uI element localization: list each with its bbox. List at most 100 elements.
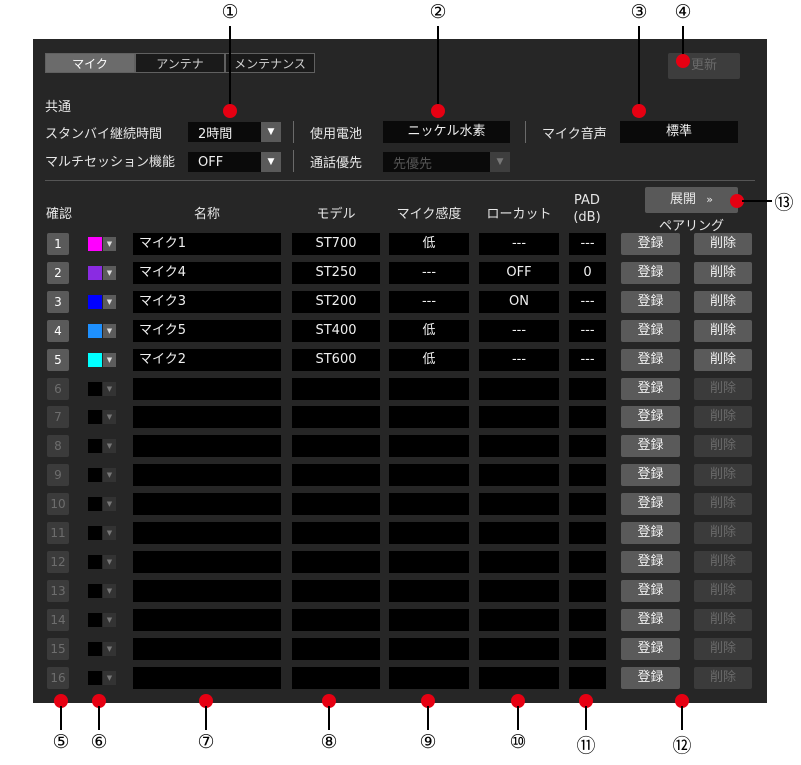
delete-button[interactable]: 削除: [694, 667, 752, 689]
delete-button[interactable]: 削除: [694, 262, 752, 284]
tab-maintenance[interactable]: メンテナンス: [225, 53, 315, 73]
color-dropdown-arrow-icon[interactable]: ▼: [103, 353, 116, 367]
color-dropdown-arrow-icon[interactable]: ▼: [103, 324, 116, 338]
talk-priority-dropdown[interactable]: 先優先 ▼: [383, 152, 510, 172]
color-dropdown-arrow-icon[interactable]: ▼: [103, 439, 116, 453]
expand-button[interactable]: 展開 »: [645, 187, 738, 213]
standby-time-value: 2時間: [198, 126, 233, 142]
color-dropdown-arrow-icon[interactable]: ▼: [103, 382, 116, 396]
register-button[interactable]: 登録: [621, 580, 680, 602]
confirm-button[interactable]: 15: [47, 638, 69, 660]
sensitivity-cell: [389, 580, 469, 602]
color-dropdown-arrow-icon[interactable]: ▼: [103, 295, 116, 309]
register-button[interactable]: 登録: [621, 609, 680, 631]
table-row: 10 ▼ 登録 削除: [0, 493, 801, 515]
color-dropdown-arrow-icon[interactable]: ▼: [103, 642, 116, 656]
delete-button[interactable]: 削除: [694, 638, 752, 660]
confirm-button[interactable]: 8: [47, 435, 69, 457]
name-cell[interactable]: [133, 493, 281, 515]
color-dropdown-arrow-icon[interactable]: ▼: [103, 613, 116, 627]
name-cell[interactable]: [133, 378, 281, 400]
confirm-button[interactable]: 14: [47, 609, 69, 631]
name-cell[interactable]: [133, 580, 281, 602]
color-dropdown-arrow-icon[interactable]: ▼: [103, 584, 116, 598]
name-cell[interactable]: [133, 667, 281, 689]
register-button[interactable]: 登録: [621, 262, 680, 284]
callout-line: [638, 26, 640, 111]
register-button[interactable]: 登録: [621, 406, 680, 428]
callout-label-4: ④: [674, 1, 692, 23]
name-cell[interactable]: [133, 435, 281, 457]
confirm-button[interactable]: 9: [47, 464, 69, 486]
register-button[interactable]: 登録: [621, 435, 680, 457]
color-dropdown-arrow-icon[interactable]: ▼: [103, 266, 116, 280]
delete-button[interactable]: 削除: [694, 435, 752, 457]
confirm-button[interactable]: 2: [47, 262, 69, 284]
color-dropdown-arrow-icon[interactable]: ▼: [103, 671, 116, 685]
delete-button[interactable]: 削除: [694, 320, 752, 342]
color-dropdown-arrow-icon[interactable]: ▼: [103, 555, 116, 569]
name-cell[interactable]: マイク3: [133, 291, 281, 313]
standby-time-dropdown[interactable]: 2時間 ▼: [188, 122, 281, 142]
name-cell[interactable]: [133, 551, 281, 573]
name-cell[interactable]: マイク1: [133, 233, 281, 255]
register-button[interactable]: 登録: [621, 349, 680, 371]
confirm-button[interactable]: 3: [47, 291, 69, 313]
confirm-button[interactable]: 5: [47, 349, 69, 371]
delete-button[interactable]: 削除: [694, 580, 752, 602]
delete-button[interactable]: 削除: [694, 551, 752, 573]
register-button[interactable]: 登録: [621, 522, 680, 544]
color-dropdown-arrow-icon[interactable]: ▼: [103, 468, 116, 482]
delete-button[interactable]: 削除: [694, 378, 752, 400]
model-cell: ST600: [292, 349, 380, 371]
delete-button[interactable]: 削除: [694, 609, 752, 631]
confirm-button[interactable]: 1: [47, 233, 69, 255]
confirm-button[interactable]: 12: [47, 551, 69, 573]
confirm-button[interactable]: 6: [47, 378, 69, 400]
confirm-button[interactable]: 4: [47, 320, 69, 342]
name-cell[interactable]: マイク4: [133, 262, 281, 284]
register-button[interactable]: 登録: [621, 638, 680, 660]
color-dropdown-arrow-icon[interactable]: ▼: [103, 497, 116, 511]
multisession-dropdown[interactable]: OFF ▼: [188, 152, 281, 172]
register-button[interactable]: 登録: [621, 493, 680, 515]
color-dropdown-arrow-icon[interactable]: ▼: [103, 410, 116, 424]
delete-button[interactable]: 削除: [694, 291, 752, 313]
delete-button[interactable]: 削除: [694, 406, 752, 428]
callout-label-13: ⑬: [774, 192, 794, 214]
tab-mic[interactable]: マイク: [45, 53, 135, 73]
callout-label-3: ③: [630, 1, 648, 23]
color-swatch: [88, 295, 102, 309]
delete-button[interactable]: 削除: [694, 233, 752, 255]
color-dropdown-arrow-icon[interactable]: ▼: [103, 526, 116, 540]
confirm-button[interactable]: 16: [47, 667, 69, 689]
divider: [293, 150, 294, 172]
lowcut-cell: [479, 580, 559, 602]
color-dropdown-arrow-icon[interactable]: ▼: [103, 237, 116, 251]
name-cell[interactable]: [133, 638, 281, 660]
register-button[interactable]: 登録: [621, 464, 680, 486]
name-cell[interactable]: [133, 406, 281, 428]
divider: [525, 121, 526, 143]
name-cell[interactable]: [133, 464, 281, 486]
register-button[interactable]: 登録: [621, 378, 680, 400]
confirm-button[interactable]: 11: [47, 522, 69, 544]
delete-button[interactable]: 削除: [694, 464, 752, 486]
tab-antenna[interactable]: アンテナ: [135, 53, 225, 73]
register-button[interactable]: 登録: [621, 233, 680, 255]
confirm-button[interactable]: 13: [47, 580, 69, 602]
register-button[interactable]: 登録: [621, 551, 680, 573]
register-button[interactable]: 登録: [621, 320, 680, 342]
delete-button[interactable]: 削除: [694, 493, 752, 515]
name-cell[interactable]: [133, 522, 281, 544]
confirm-button[interactable]: 10: [47, 493, 69, 515]
delete-button[interactable]: 削除: [694, 349, 752, 371]
confirm-button[interactable]: 7: [47, 406, 69, 428]
model-cell: [292, 378, 380, 400]
register-button[interactable]: 登録: [621, 667, 680, 689]
register-button[interactable]: 登録: [621, 291, 680, 313]
name-cell[interactable]: マイク5: [133, 320, 281, 342]
name-cell[interactable]: マイク2: [133, 349, 281, 371]
delete-button[interactable]: 削除: [694, 522, 752, 544]
name-cell[interactable]: [133, 609, 281, 631]
